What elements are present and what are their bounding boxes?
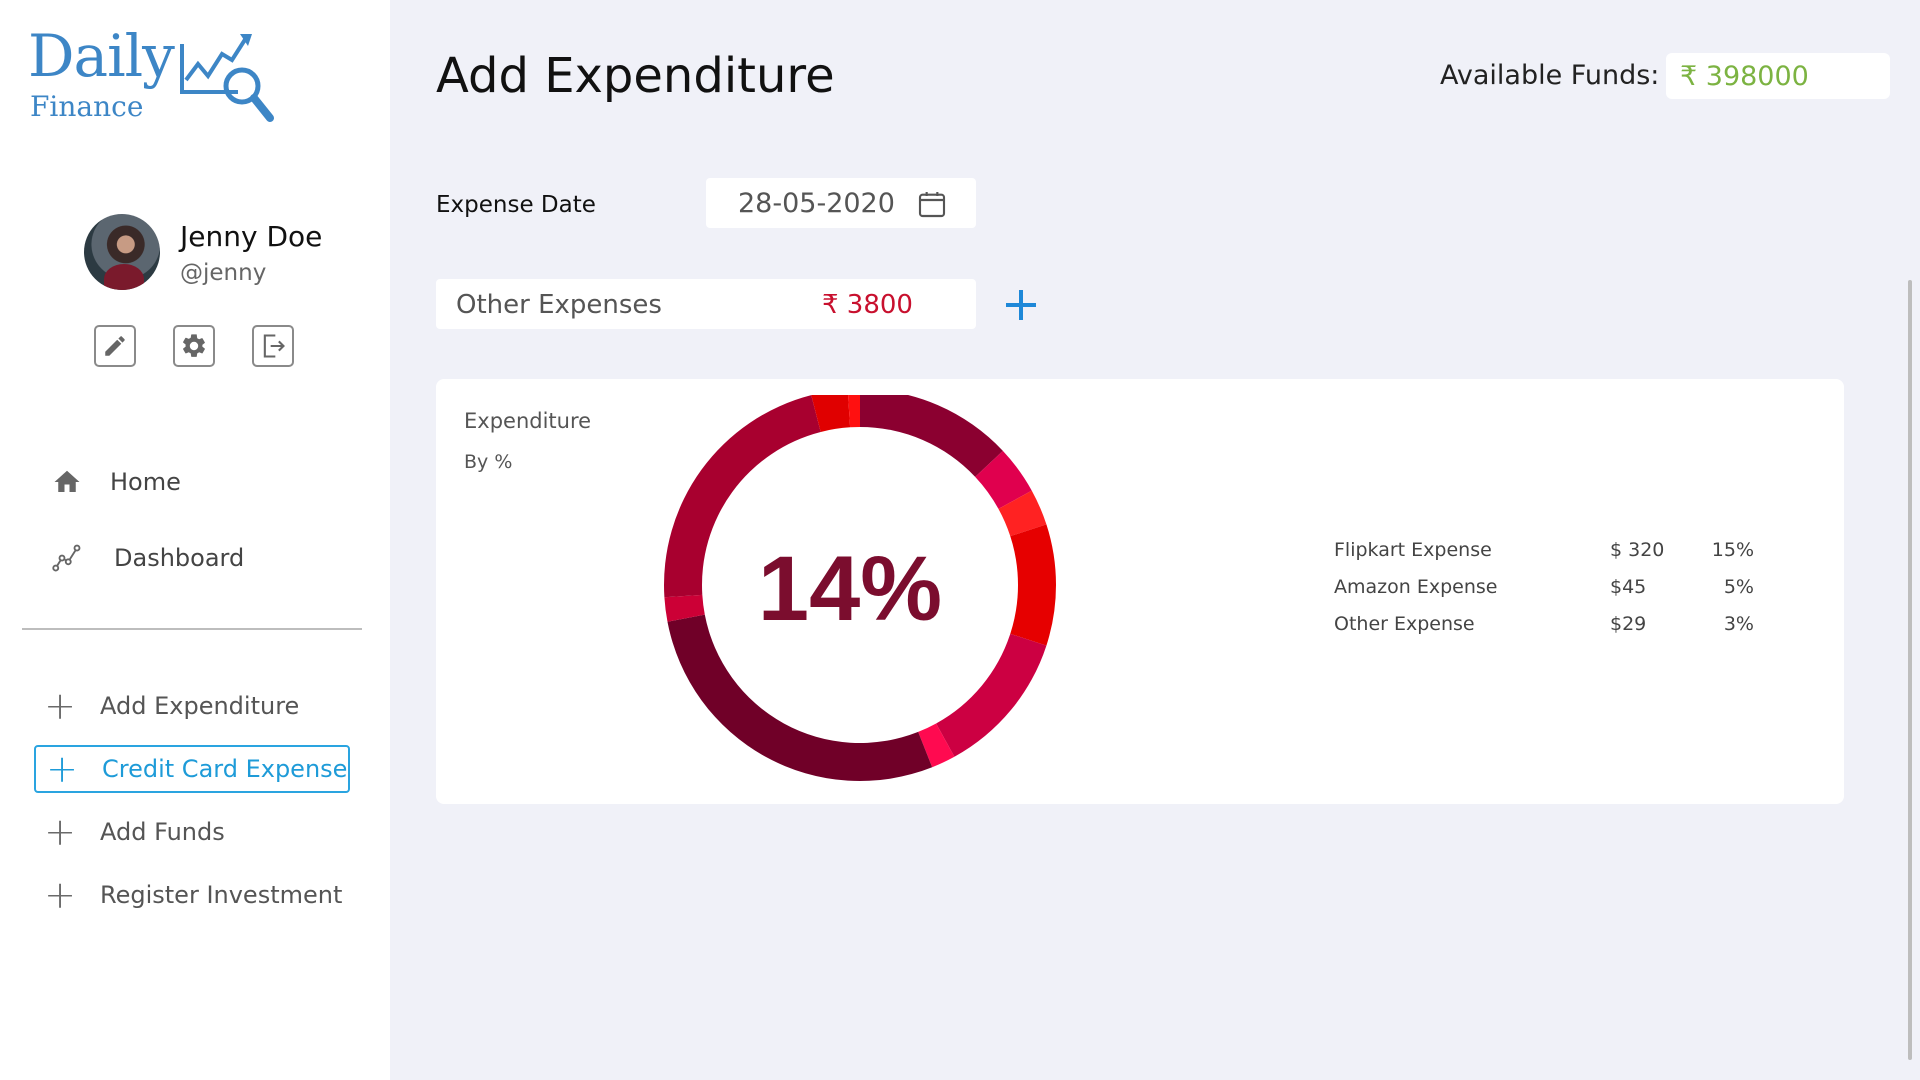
sidebar-item-label: Dashboard [114, 544, 245, 572]
sidebar-divider [22, 628, 362, 630]
settings-button[interactable] [173, 325, 215, 367]
available-funds-display: ₹ 398000 [1666, 53, 1890, 99]
plus-icon: + [46, 747, 78, 791]
expense-entry-field[interactable]: Other Expenses ₹ 3800 [436, 279, 976, 329]
legend-percent: 15% [1711, 539, 1754, 561]
legend-value: $29 [1610, 613, 1647, 635]
legend-name: Amazon Expense [1334, 576, 1498, 598]
analytics-icon [50, 541, 84, 575]
page-title: Add Expenditure [436, 48, 835, 104]
sidebar-action-label: Credit Card Expense [102, 755, 348, 783]
available-funds-label: Available Funds: [1440, 60, 1660, 91]
plus-icon: + [44, 873, 76, 917]
legend-row: Amazon Expense $45 5% [1334, 576, 1794, 613]
legend-row: Other Expense $29 3% [1334, 613, 1794, 650]
home-icon [50, 465, 84, 499]
expense-date-field[interactable]: 28-05-2020 [706, 178, 976, 228]
sidebar-action-credit-card-expense[interactable]: + Credit Card Expense [34, 745, 350, 793]
donut-slice-4[interactable] [1010, 524, 1056, 646]
expense-date-label: Expense Date [436, 192, 596, 218]
legend-name: Other Expense [1334, 613, 1475, 635]
sidebar-action-label: Add Expenditure [100, 692, 300, 720]
legend-value: $45 [1610, 576, 1647, 598]
logo-text-finance: Finance [30, 90, 144, 123]
profile-name: Jenny Doe [180, 220, 323, 253]
add-expense-button[interactable] [1000, 284, 1042, 326]
sidebar-action-label: Add Funds [100, 818, 225, 846]
donut-slice-5[interactable] [936, 633, 1047, 757]
gear-icon [183, 334, 205, 357]
logout-button[interactable] [252, 325, 294, 367]
vertical-scrollbar[interactable] [1908, 280, 1912, 1060]
logout-icon [263, 334, 285, 358]
legend-row: Flipkart Expense $ 320 15% [1334, 539, 1794, 576]
sidebar-item-home[interactable]: Home [50, 462, 181, 502]
chart-center-value: 14% [757, 538, 943, 640]
edit-profile-button[interactable] [94, 325, 136, 367]
donut-slice-1[interactable] [860, 395, 1003, 477]
expense-amount: ₹ 3800 [822, 290, 913, 320]
avatar[interactable] [84, 214, 160, 290]
expense-name: Other Expenses [456, 290, 662, 320]
available-funds-value: ₹ 398000 [1680, 61, 1809, 92]
plus-icon: + [44, 684, 76, 728]
plus-icon: + [44, 810, 76, 854]
app-logo[interactable]: Daily Finance [28, 22, 288, 132]
chart-subtitle: By % [464, 451, 513, 473]
legend-percent: 3% [1723, 613, 1754, 635]
sidebar: Daily Finance Jenny Doe @jenny Home Dash… [0, 0, 390, 1080]
plus-icon [1006, 290, 1036, 320]
pencil-icon [105, 336, 125, 356]
sidebar-action-add-expenditure[interactable]: + Add Expenditure [34, 682, 350, 730]
legend-percent: 5% [1723, 576, 1754, 598]
user-profile: Jenny Doe @jenny [84, 214, 384, 294]
sidebar-item-dashboard[interactable]: Dashboard [50, 538, 244, 578]
expenditure-chart-card: Expenditure By % 14% Flipkart Expense $ … [436, 379, 1844, 804]
logo-text-daily: Daily [28, 22, 175, 90]
sidebar-item-label: Home [110, 468, 181, 496]
expense-date-value: 28-05-2020 [738, 188, 895, 219]
logo-chart-magnifier-icon [180, 34, 274, 122]
sidebar-action-add-funds[interactable]: + Add Funds [34, 808, 350, 856]
sidebar-action-register-investment[interactable]: + Register Investment [34, 871, 350, 919]
chart-title: Expenditure [464, 409, 592, 433]
calendar-icon[interactable] [916, 188, 948, 224]
chart-legend: Flipkart Expense $ 320 15% Amazon Expens… [1334, 539, 1794, 650]
profile-handle: @jenny [180, 260, 267, 286]
legend-value: $ 320 [1610, 539, 1665, 561]
sidebar-action-label: Register Investment [100, 881, 343, 909]
legend-name: Flipkart Expense [1334, 539, 1492, 561]
